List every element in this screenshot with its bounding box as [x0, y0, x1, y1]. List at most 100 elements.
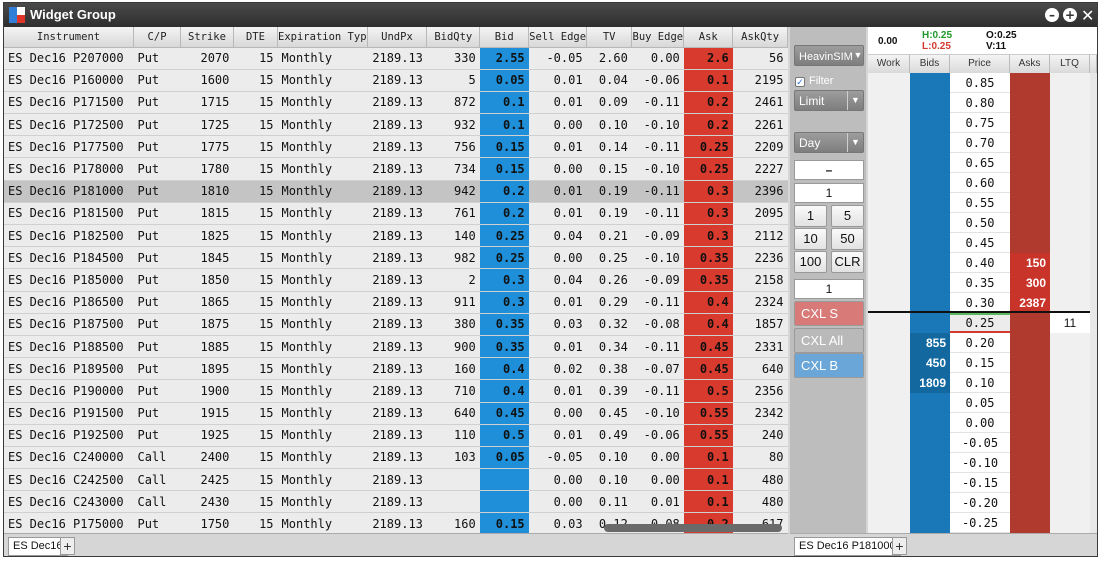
sell-edge-cell[interactable]: 0.04: [528, 268, 587, 292]
table-row[interactable]: ES Dec16 C243000 Call 2430 15 Monthly 2189.13…: [4, 490, 788, 514]
askqty-cell[interactable]: 2095: [732, 202, 788, 226]
ladder-price[interactable]: -0.25: [950, 513, 1010, 533]
undpx-cell[interactable]: 2189.13: [367, 47, 427, 70]
ladder-row[interactable]: 0.70: [868, 133, 1097, 153]
tab-es-dec16[interactable]: ES Dec16: [8, 537, 68, 556]
strike-cell[interactable]: 1925: [180, 424, 234, 447]
sell-edge-cell[interactable]: 0.01: [528, 135, 587, 159]
cp-cell[interactable]: Call: [133, 490, 181, 514]
table-row[interactable]: ES Dec16 C240000 Call 2400 15 Monthly 2189.13…: [4, 446, 788, 470]
bidqty-cell[interactable]: 756: [426, 135, 480, 159]
dte-cell[interactable]: 15: [233, 135, 278, 159]
table-row[interactable]: ES Dec16 P171500 Put 1715 15 Monthly 2189.13 8…: [4, 91, 788, 115]
sell-edge-cell[interactable]: 0.03: [528, 512, 587, 533]
bid-cell[interactable]: 0.15: [479, 512, 529, 533]
bidqty-cell[interactable]: 5: [426, 69, 480, 92]
ask-cell[interactable]: 0.5: [683, 379, 733, 403]
ladder-bid-qty[interactable]: [910, 413, 950, 433]
qty-button-1[interactable]: 1: [794, 205, 827, 227]
buy-edge-cell[interactable]: 0.00: [631, 446, 684, 470]
sell-edge-cell[interactable]: -0.05: [528, 446, 587, 470]
undpx-cell[interactable]: 2189.13: [367, 246, 427, 270]
askqty-cell[interactable]: 80: [732, 446, 788, 470]
askqty-cell[interactable]: 2209: [732, 135, 788, 159]
askqty-cell[interactable]: 2396: [732, 180, 788, 203]
undpx-cell[interactable]: 2189.13: [367, 402, 427, 425]
ladder-ask-qty[interactable]: [1010, 153, 1050, 173]
buy-edge-cell[interactable]: 0.00: [631, 47, 684, 70]
dte-cell[interactable]: 15: [233, 402, 278, 425]
instrument-cell[interactable]: ES Dec16 C243000: [4, 490, 134, 514]
ladder-row[interactable]: 0.20 855: [868, 333, 1097, 353]
ask-cell[interactable]: 0.4: [683, 313, 733, 336]
table-row[interactable]: ES Dec16 P190000 Put 1900 15 Monthly 2189.13 7…: [4, 379, 788, 403]
buy-edge-cell[interactable]: -0.06: [631, 69, 684, 92]
ladder-ask-qty[interactable]: [1010, 133, 1050, 153]
buy-edge-cell[interactable]: -0.07: [631, 357, 684, 381]
ladder-row[interactable]: 0.80: [868, 93, 1097, 113]
cp-cell[interactable]: Put: [133, 135, 181, 159]
buy-edge-cell[interactable]: -0.10: [631, 157, 684, 181]
ladder-bid-qty[interactable]: [910, 133, 950, 153]
instrument-cell[interactable]: ES Dec16 C242500: [4, 468, 134, 492]
ladder-ask-qty[interactable]: [1010, 493, 1050, 513]
ladder-ask-qty[interactable]: [1010, 433, 1050, 453]
undpx-cell[interactable]: 2189.13: [367, 91, 427, 115]
expiration-type-cell[interactable]: Monthly: [277, 291, 368, 314]
sell-edge-cell[interactable]: 0.00: [528, 113, 587, 137]
dte-cell[interactable]: 15: [233, 490, 278, 514]
ladder-bid-qty[interactable]: [910, 73, 950, 93]
askqty-cell[interactable]: 2261: [732, 113, 788, 137]
buy-edge-cell[interactable]: -0.10: [631, 246, 684, 270]
ladder-price[interactable]: 0.30: [950, 293, 1010, 313]
strike-cell[interactable]: 1850: [180, 268, 234, 292]
tv-cell[interactable]: 0.19: [586, 202, 632, 226]
expiration-type-cell[interactable]: Monthly: [277, 379, 368, 403]
sell-edge-cell[interactable]: 0.01: [528, 202, 587, 226]
instrument-cell[interactable]: ES Dec16 P181000: [4, 180, 134, 203]
bid-cell[interactable]: 0.05: [479, 446, 529, 470]
add-widget-icon[interactable]: +: [1063, 8, 1077, 22]
undpx-cell[interactable]: 2189.13: [367, 512, 427, 533]
cp-cell[interactable]: Put: [133, 113, 181, 137]
ask-cell[interactable]: 0.25: [683, 135, 733, 159]
table-row[interactable]: ES Dec16 P182500 Put 1825 15 Monthly 2189.13 1…: [4, 224, 788, 248]
dte-cell[interactable]: 15: [233, 113, 278, 137]
bid-cell[interactable]: 0.15: [479, 135, 529, 159]
cp-cell[interactable]: Put: [133, 157, 181, 181]
expiration-type-cell[interactable]: Monthly: [277, 180, 368, 203]
ladder-row[interactable]: 0.60: [868, 173, 1097, 193]
dte-cell[interactable]: 15: [233, 157, 278, 181]
ladder-row[interactable]: 0.55: [868, 193, 1097, 213]
instrument-cell[interactable]: ES Dec16 P192500: [4, 424, 134, 447]
bid-cell[interactable]: 0.3: [479, 268, 529, 292]
instrument-cell[interactable]: ES Dec16 P190000: [4, 379, 134, 403]
ladder-price[interactable]: 0.80: [950, 93, 1010, 113]
undpx-cell[interactable]: 2189.13: [367, 135, 427, 159]
bid-cell[interactable]: 0.1: [479, 91, 529, 115]
askqty-cell[interactable]: 2331: [732, 335, 788, 359]
undpx-cell[interactable]: 2189.13: [367, 357, 427, 381]
strike-cell[interactable]: 1885: [180, 335, 234, 359]
instrument-cell[interactable]: ES Dec16 C240000: [4, 446, 134, 470]
ask-cell[interactable]: 0.3: [683, 180, 733, 203]
sell-edge-cell[interactable]: 0.01: [528, 91, 587, 115]
ladder-price[interactable]: 0.35: [950, 273, 1010, 293]
tv-cell[interactable]: 0.21: [586, 224, 632, 248]
bidqty-cell[interactable]: 761: [426, 202, 480, 226]
tv-cell[interactable]: 0.14: [586, 135, 632, 159]
undpx-cell[interactable]: 2189.13: [367, 313, 427, 336]
ladder-bid-qty[interactable]: [910, 293, 950, 313]
cp-cell[interactable]: Put: [133, 268, 181, 292]
expiration-type-cell[interactable]: Monthly: [277, 335, 368, 359]
askqty-cell[interactable]: 2342: [732, 402, 788, 425]
askqty-cell[interactable]: 2356: [732, 379, 788, 403]
ladder-bid-qty[interactable]: 450: [910, 353, 950, 373]
cp-cell[interactable]: Put: [133, 91, 181, 115]
buy-edge-cell[interactable]: -0.06: [631, 424, 684, 447]
ladder-row[interactable]: 0.05: [868, 393, 1097, 413]
ladder-row[interactable]: 0.75: [868, 113, 1097, 133]
table-row[interactable]: ES Dec16 P160000 Put 1600 15 Monthly 2189.13 5…: [4, 69, 788, 92]
order-type-select[interactable]: Limit ▼: [794, 90, 864, 111]
add-tab-button[interactable]: +: [60, 537, 75, 555]
